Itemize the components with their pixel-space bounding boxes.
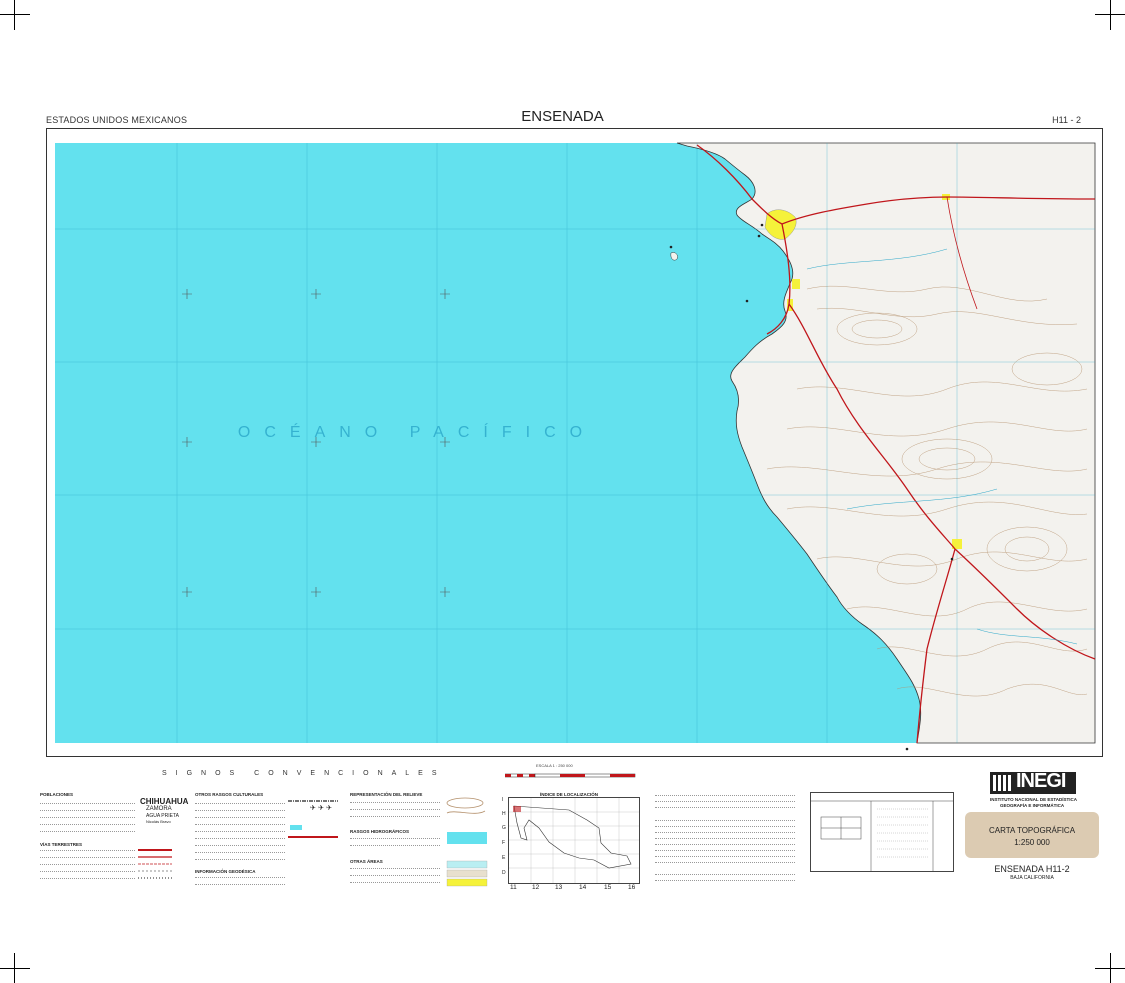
legend-sample-city-mid: ZAMORA xyxy=(146,806,172,812)
tech-note-line xyxy=(655,862,795,863)
legend-line xyxy=(350,816,440,817)
legend-line xyxy=(195,803,285,804)
sheet-type-box xyxy=(965,812,1099,858)
index-row-label: F xyxy=(502,840,506,846)
legend-line xyxy=(40,817,135,818)
tech-note-line xyxy=(655,856,795,857)
legend-line xyxy=(195,884,285,885)
index-row-label: G xyxy=(502,825,506,831)
tech-note-line xyxy=(655,880,795,881)
inegi-subtitle-1: INSTITUTO NACIONAL DE ESTADÍSTICA xyxy=(990,797,1078,802)
inegi-emblem xyxy=(993,775,1011,791)
crop-mark-bl-v xyxy=(14,953,15,983)
ocean-label: OCÉANO PACÍFICO xyxy=(238,422,596,441)
legend-line xyxy=(40,810,135,811)
legend-line xyxy=(350,845,440,846)
legend-line xyxy=(40,850,135,851)
index-col-label: 15 xyxy=(604,884,612,891)
tech-note-line xyxy=(655,801,795,802)
index-col-label: 12 xyxy=(532,884,540,891)
coordinate-instructions-box xyxy=(810,792,954,872)
legend-sample-city-big: CHIHUAHUA xyxy=(140,797,189,806)
legend-line xyxy=(40,871,135,872)
legend-line xyxy=(195,838,285,839)
legend-line xyxy=(195,852,285,853)
legend-line xyxy=(40,857,135,858)
legend-relief-swatches xyxy=(446,797,488,887)
scale-bar xyxy=(505,773,636,778)
sheet-title: ENSENADA xyxy=(521,108,604,125)
tech-note-line xyxy=(655,795,795,796)
legend-line xyxy=(40,878,135,879)
index-row-label: I xyxy=(502,797,504,803)
index-current-sheet xyxy=(513,806,521,812)
crop-mark-tl-v xyxy=(14,0,15,30)
legend-line xyxy=(195,859,285,860)
legend-heading: SIGNOS CONVENCIONALES xyxy=(162,770,446,777)
tech-note-line xyxy=(655,826,795,827)
tech-note-line xyxy=(655,844,795,845)
legend-sample-city-tiny: Nicolás Bravo xyxy=(146,819,171,824)
legend-hidro-heading: RASGOS HIDROGRÁFICOS xyxy=(350,829,410,834)
legend-line xyxy=(40,803,135,804)
legend-road-symbols xyxy=(138,849,172,879)
legend-line xyxy=(350,875,440,876)
svg-text:✈ ✈ ✈: ✈ ✈ ✈ xyxy=(310,804,332,812)
index-col-label: 11 xyxy=(510,884,517,891)
legend-vias-heading: VÍAS TERRESTRES xyxy=(40,842,83,847)
crop-mark-bl-h xyxy=(0,968,30,969)
tech-note-line xyxy=(655,874,795,875)
topographic-map[interactable]: OCÉANO PACÍFICO xyxy=(47,129,1102,756)
inegi-subtitle-2: GEOGRAFÍA E INFORMÁTICA xyxy=(1000,803,1065,808)
tech-note-line xyxy=(655,820,795,821)
legend-otros-heading: OTROS RASGOS CULTURALES xyxy=(195,792,264,797)
index-map[interactable] xyxy=(508,797,640,884)
legend-line xyxy=(195,810,285,811)
index-row-label: H xyxy=(502,811,506,817)
tech-note-line xyxy=(655,832,795,833)
sheet-state-label: BAJA CALIFORNIA xyxy=(1010,875,1054,881)
tech-note-line xyxy=(655,850,795,851)
crop-mark-br-v xyxy=(1110,953,1111,983)
legend-relieve-heading: REPRESENTACIÓN DEL RELIEVE xyxy=(350,792,423,797)
index-map-graphic xyxy=(509,798,639,883)
legend-line xyxy=(195,845,285,846)
sheet-code: H11 - 2 xyxy=(1052,115,1081,125)
index-col-label: 16 xyxy=(628,884,636,891)
crop-mark-tl-h xyxy=(0,14,30,15)
sheet-type-label: CARTA TOPOGRÁFICA xyxy=(988,826,1076,835)
index-col-label: 13 xyxy=(555,884,563,891)
legend-line xyxy=(40,864,135,865)
index-row-label: D xyxy=(502,870,506,876)
legend-line xyxy=(195,824,285,825)
legend-line xyxy=(195,877,285,878)
legend-line xyxy=(350,809,440,810)
coordinate-instructions-graphic xyxy=(811,800,953,871)
legend-line xyxy=(350,868,440,869)
legend-culture-symbols: ✈ ✈ ✈ xyxy=(288,800,338,838)
legend-poblaciones-heading: POBLACIONES xyxy=(40,792,74,797)
map-frame[interactable]: OCÉANO PACÍFICO xyxy=(46,128,1103,757)
legend-line xyxy=(195,831,285,832)
tech-note-line xyxy=(655,807,795,808)
legend-line xyxy=(195,817,285,818)
index-row-label: E xyxy=(502,855,506,861)
scale-label: ESCALA 1 : 250 000 xyxy=(536,763,573,768)
sheet-scale-label: 1:250 000 xyxy=(1014,838,1050,847)
legend-line xyxy=(350,838,440,839)
legend-line xyxy=(40,831,135,832)
legend-line xyxy=(40,824,135,825)
urban-area-small-1 xyxy=(792,279,800,289)
sheet-name-label: ENSENADA H11-2 xyxy=(994,864,1070,874)
inegi-logo: INEGI xyxy=(1016,770,1066,792)
index-mexico-outline xyxy=(513,805,632,869)
legend-geodesica-heading: INFORMACIÓN GEODÉSICA xyxy=(195,869,256,874)
legend-line xyxy=(350,802,440,803)
legend-line xyxy=(350,882,440,883)
crop-mark-tr-v xyxy=(1110,0,1111,30)
tech-note-line xyxy=(655,838,795,839)
legend-areas-heading: OTRAS ÁREAS xyxy=(350,859,383,864)
index-col-label: 14 xyxy=(579,884,587,891)
